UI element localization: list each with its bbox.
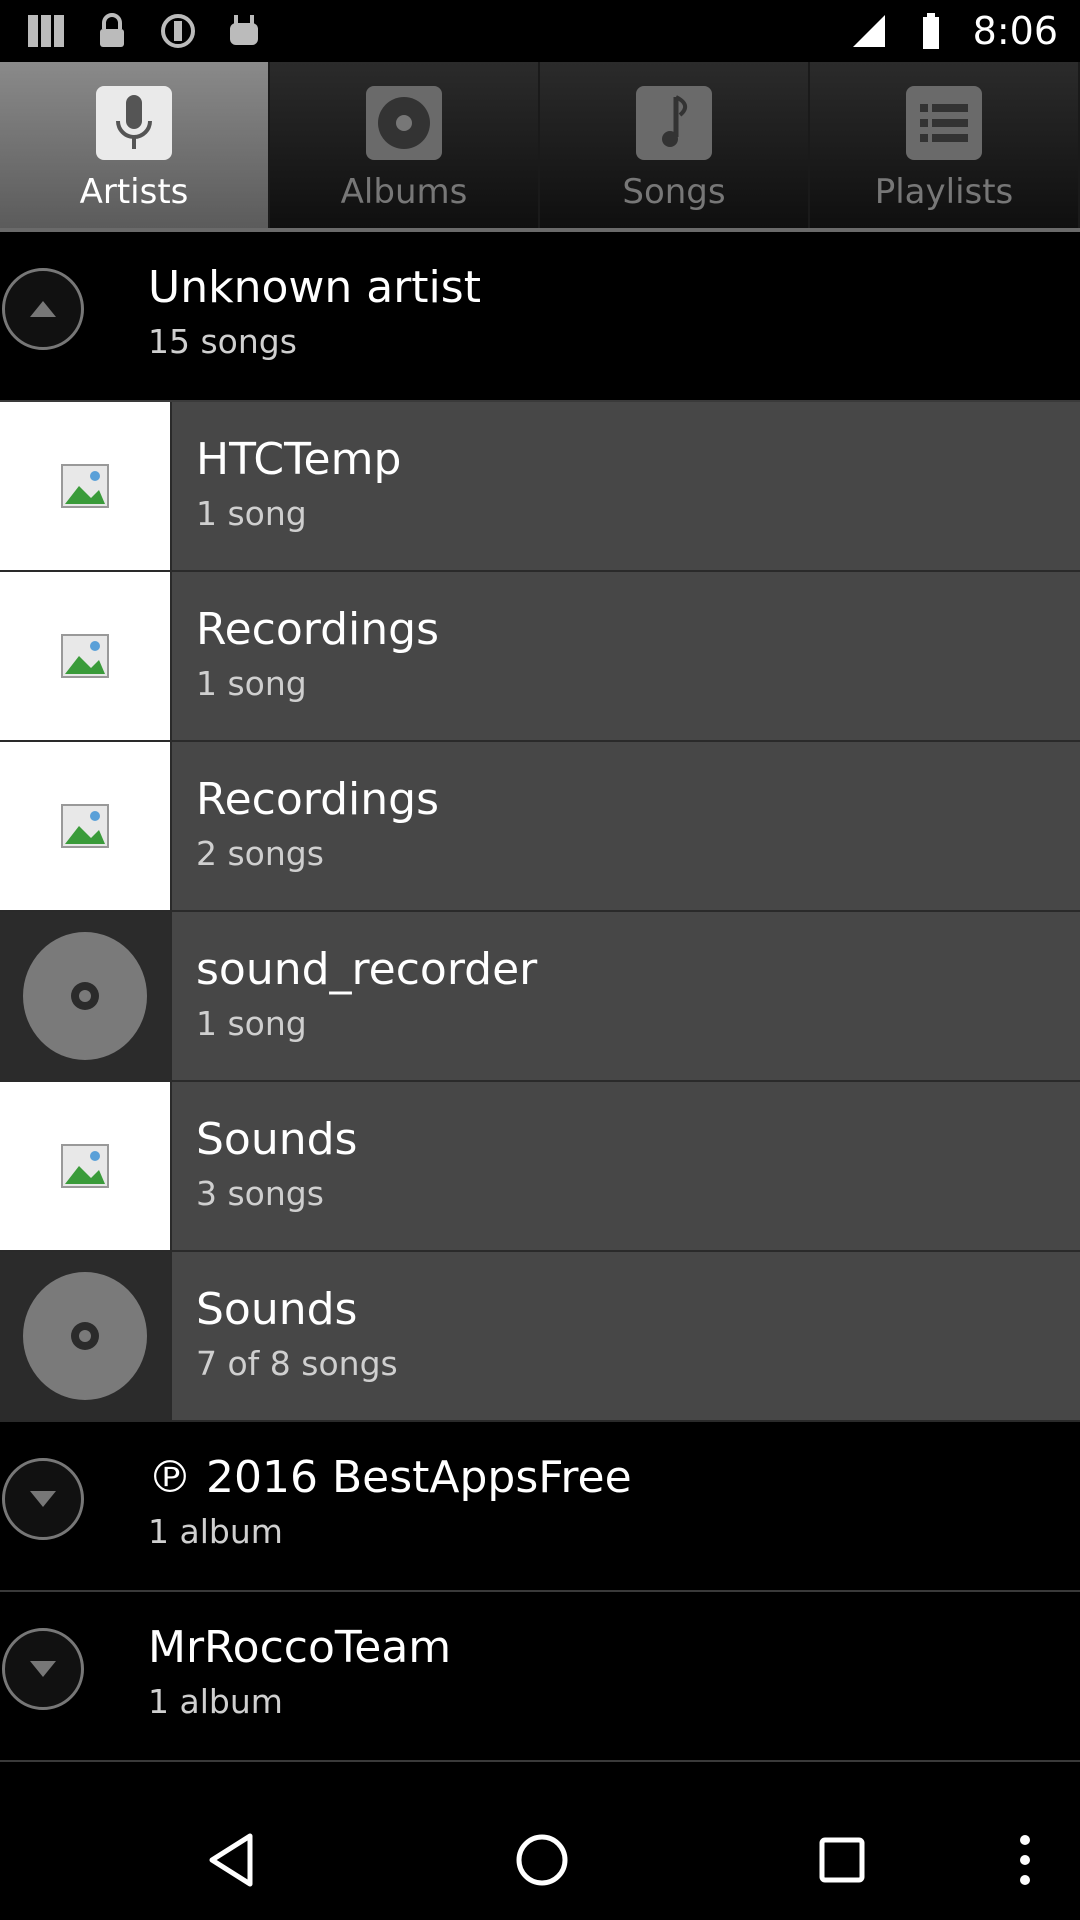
artist-subtitle: 15 songs [148, 322, 297, 361]
list-item[interactable]: sound_recorder 1 song [0, 912, 1080, 1082]
tab-artists[interactable]: Artists [0, 62, 270, 228]
disc-icon [366, 86, 442, 160]
image-placeholder-icon [0, 402, 172, 570]
navigation-bar [0, 1800, 1080, 1920]
item-subtitle: 2 songs [196, 834, 324, 873]
item-subtitle: 7 of 8 songs [196, 1344, 398, 1383]
artist-title: Unknown artist [148, 262, 481, 313]
item-subtitle: 1 song [196, 494, 307, 533]
app-grid-icon [26, 11, 66, 51]
collapse-icon[interactable] [2, 268, 84, 350]
overflow-menu-icon[interactable] [1012, 1832, 1038, 1888]
item-subtitle: 3 songs [196, 1174, 324, 1213]
status-time: 8:06 [972, 9, 1058, 53]
lock-icon [92, 11, 132, 51]
music-note-icon [636, 86, 712, 160]
item-title: Recordings [196, 604, 439, 655]
settings-icon [158, 11, 198, 51]
list-item[interactable]: Recordings 2 songs [0, 742, 1080, 912]
tab-playlists[interactable]: Playlists [810, 62, 1080, 228]
tab-songs[interactable]: Songs [540, 62, 810, 228]
tab-label: Artists [79, 172, 189, 212]
item-title: Sounds [196, 1114, 358, 1165]
artist-list: Unknown artist 15 songs HTCTemp 1 song R… [0, 232, 1080, 1762]
item-subtitle: 1 song [196, 664, 307, 703]
home-icon[interactable] [515, 1833, 569, 1887]
recents-icon[interactable] [818, 1836, 866, 1884]
tab-label: Albums [340, 172, 468, 212]
android-icon [224, 11, 264, 51]
tab-label: Songs [622, 172, 726, 212]
battery-icon [911, 11, 951, 51]
microphone-icon [96, 86, 172, 160]
tab-albums[interactable]: Albums [270, 62, 540, 228]
artist-subtitle: 1 album [148, 1512, 283, 1551]
artist-subtitle: 1 album [148, 1682, 283, 1721]
item-title: sound_recorder [196, 944, 538, 995]
artist-title: ℗ 2016 BestAppsFree [148, 1452, 632, 1503]
expand-icon[interactable] [2, 1628, 84, 1710]
artist-group-unknown[interactable]: Unknown artist 15 songs [0, 232, 1080, 402]
image-placeholder-icon [0, 572, 172, 740]
disc-icon [0, 912, 172, 1080]
tab-label: Playlists [874, 172, 1014, 212]
artist-group-mrroccoteam[interactable]: MrRoccoTeam 1 album [0, 1592, 1080, 1762]
image-placeholder-icon [0, 742, 172, 910]
signal-icon [849, 11, 889, 51]
artist-group-bestappsfree[interactable]: ℗ 2016 BestAppsFree 1 album [0, 1422, 1080, 1592]
image-placeholder-icon [0, 1082, 172, 1250]
status-bar: 8:06 [0, 0, 1080, 62]
list-icon [906, 86, 982, 160]
disc-icon [0, 1252, 172, 1420]
item-title: HTCTemp [196, 434, 402, 485]
tab-bar: Artists Albums Songs Playlists [0, 62, 1080, 232]
list-item[interactable]: HTCTemp 1 song [0, 402, 1080, 572]
expand-icon[interactable] [2, 1458, 84, 1540]
artist-title: MrRoccoTeam [148, 1622, 452, 1673]
item-subtitle: 1 song [196, 1004, 307, 1043]
list-item[interactable]: Sounds 7 of 8 songs [0, 1252, 1080, 1422]
item-title: Sounds [196, 1284, 358, 1335]
list-item[interactable]: Sounds 3 songs [0, 1082, 1080, 1252]
back-icon[interactable] [206, 1830, 256, 1890]
item-title: Recordings [196, 774, 439, 825]
list-item[interactable]: Recordings 1 song [0, 572, 1080, 742]
